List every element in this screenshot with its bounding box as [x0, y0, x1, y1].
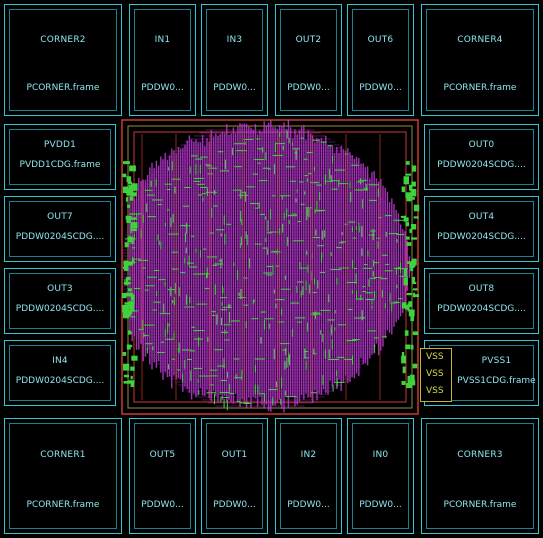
pad-right-3[interactable]: OUT8 PDDW0204SCDG....: [424, 268, 539, 334]
pad-bottom-1[interactable]: OUT5 PDDW0...: [129, 418, 196, 534]
pad-name: OUT2: [295, 34, 322, 45]
pad-name: IN4: [52, 356, 68, 367]
chip-layout-view[interactable]: CORNER2 PCORNER.frame CORNER4 PCORNER.fr…: [0, 0, 543, 538]
pad-bottom-2[interactable]: OUT1 PDDW0...: [201, 418, 268, 534]
pad-cell: PDDW0204SCDG....: [437, 160, 526, 171]
pad-name: CORNER4: [457, 34, 503, 45]
pad-name: PVSS1: [481, 356, 512, 367]
vss-label: VSS: [426, 386, 444, 396]
pad-name: CORNER2: [40, 34, 86, 45]
pad-cell: PDDW0...: [141, 83, 184, 94]
pad-cell: PCORNER.frame: [26, 83, 100, 94]
pad-name: OUT0: [468, 140, 495, 151]
pad-cell: PDDW0204SCDG....: [15, 304, 105, 315]
pad-name: OUT5: [149, 449, 176, 460]
pad-right-1[interactable]: OUT0 PDDW0204SCDG....: [424, 124, 539, 190]
pad-top-3[interactable]: OUT2 PDDW0...: [275, 4, 342, 116]
pad-cell: PDDW0...: [359, 499, 402, 510]
pad-cell: PDDW0...: [141, 499, 184, 510]
pad-cell: PDDW0...: [287, 83, 330, 94]
pad-bottom-3[interactable]: IN2 PDDW0...: [275, 418, 342, 534]
pad-left-1[interactable]: PVDD1 PVDD1CDG.frame: [4, 124, 116, 190]
pad-name: OUT1: [221, 449, 248, 460]
pad-name: IN0: [372, 449, 389, 460]
pad-name: PVDD1: [43, 140, 77, 151]
pad-cell: PDDW0...: [213, 499, 256, 510]
pad-top-4[interactable]: OUT6 PDDW0...: [347, 4, 414, 116]
pad-cell: PDDW0204SCDG....: [15, 376, 105, 387]
pad-cell: PVSS1CDG.frame: [457, 376, 536, 387]
pad-left-3[interactable]: OUT3 PDDW0204SCDG....: [4, 268, 116, 334]
pad-cell: PCORNER.frame: [443, 499, 517, 510]
pad-name: IN1: [154, 34, 171, 45]
pad-name: OUT8: [468, 284, 495, 295]
pad-name: IN2: [300, 449, 317, 460]
pad-name: OUT3: [47, 284, 73, 295]
pad-bottom-4[interactable]: IN0 PDDW0...: [347, 418, 414, 534]
vss-label: VSS: [426, 352, 444, 362]
corner-top-right[interactable]: CORNER4 PCORNER.frame: [421, 4, 539, 116]
pad-cell: PDDW0...: [213, 83, 256, 94]
core-routing-area[interactable]: [120, 118, 420, 416]
pad-left-4[interactable]: IN4 PDDW0204SCDG....: [4, 340, 116, 406]
pad-name: OUT7: [47, 212, 73, 223]
pad-name: OUT4: [468, 212, 495, 223]
pad-cell: PDDW0...: [287, 499, 330, 510]
corner-top-left[interactable]: CORNER2 PCORNER.frame: [4, 4, 122, 116]
routing-canvas: [121, 119, 420, 415]
pad-name: CORNER1: [40, 449, 86, 460]
pad-top-2[interactable]: IN3 PDDW0...: [201, 4, 268, 116]
pad-cell: PCORNER.frame: [443, 83, 517, 94]
pad-cell: PDDW0204SCDG....: [437, 232, 526, 243]
pad-left-2[interactable]: OUT7 PDDW0204SCDG....: [4, 196, 116, 262]
pad-cell: PDDW0...: [359, 83, 402, 94]
pad-name: IN3: [226, 34, 243, 45]
pad-cell: PDDW0204SCDG....: [437, 304, 526, 315]
corner-bottom-right[interactable]: CORNER3 PCORNER.frame: [421, 418, 539, 534]
pad-cell: PDDW0204SCDG....: [15, 232, 105, 243]
corner-bottom-left[interactable]: CORNER1 PCORNER.frame: [4, 418, 122, 534]
pad-right-2[interactable]: OUT4 PDDW0204SCDG....: [424, 196, 539, 262]
pad-cell: PCORNER.frame: [26, 499, 100, 510]
vss-label: VSS: [426, 369, 444, 379]
pad-name: CORNER3: [457, 449, 503, 460]
pad-name: OUT6: [367, 34, 394, 45]
pad-cell: PVDD1CDG.frame: [19, 160, 101, 171]
pad-top-1[interactable]: IN1 PDDW0...: [129, 4, 196, 116]
